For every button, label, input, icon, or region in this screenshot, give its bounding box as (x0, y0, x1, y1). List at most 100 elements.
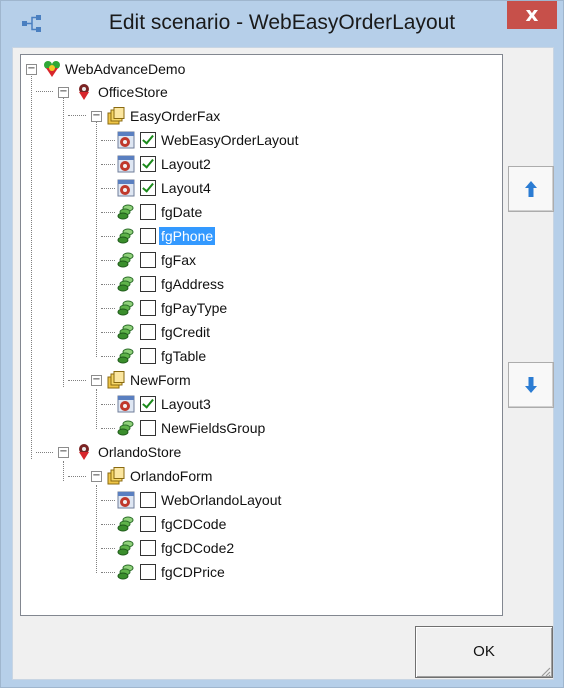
field-group-icon (117, 275, 135, 293)
scenario-tree[interactable]: − WebAdvanceDemo − OfficeStore − EasyOrd… (20, 54, 503, 616)
tree-node-form[interactable]: NewForm (128, 371, 193, 389)
item-checkbox[interactable] (140, 276, 156, 292)
tree-node-form[interactable]: EasyOrderFax (128, 107, 222, 125)
tree-node-store[interactable]: OfficeStore (96, 83, 170, 101)
tree-line (36, 91, 53, 92)
tree-node-item[interactable]: fgCDCode (159, 515, 228, 533)
form-icon (107, 467, 125, 485)
collapse-toggle-icon[interactable]: − (91, 471, 102, 482)
item-checkbox[interactable] (140, 132, 156, 148)
dialog-client-area: − WebAdvanceDemo − OfficeStore − EasyOrd… (12, 47, 554, 680)
item-checkbox[interactable] (140, 516, 156, 532)
collapse-toggle-icon[interactable]: − (58, 447, 69, 458)
form-icon (107, 107, 125, 125)
tree-node-item[interactable]: Layout2 (159, 155, 213, 173)
tree-node-item[interactable]: Layout3 (159, 395, 213, 413)
title-bar: Edit scenario - WebEasyOrderLayout x (1, 1, 563, 47)
item-checkbox[interactable] (140, 540, 156, 556)
arrow-up-icon (525, 181, 537, 197)
collapse-toggle-icon[interactable]: − (91, 375, 102, 386)
tree-line (68, 476, 86, 477)
collapse-toggle-icon[interactable]: − (58, 87, 69, 98)
tree-line (68, 380, 86, 381)
tree-node-store[interactable]: OrlandoStore (96, 443, 183, 461)
tree-line (101, 500, 115, 501)
tree-line (101, 188, 115, 189)
item-checkbox[interactable] (140, 324, 156, 340)
tree-node-item[interactable]: Layout4 (159, 179, 213, 197)
tree-line (101, 212, 115, 213)
field-group-icon (117, 515, 135, 533)
tree-node-root[interactable]: WebAdvanceDemo (63, 60, 187, 78)
field-group-icon (117, 419, 135, 437)
tree-node-item[interactable]: fgCDCode2 (159, 539, 236, 557)
store-icon (79, 84, 89, 100)
item-checkbox[interactable] (140, 396, 156, 412)
field-group-icon (117, 227, 135, 245)
tree-line (101, 164, 115, 165)
item-checkbox[interactable] (140, 420, 156, 436)
tree-line (96, 485, 97, 573)
tree-node-form[interactable]: OrlandoForm (128, 467, 214, 485)
item-checkbox[interactable] (140, 492, 156, 508)
tree-node-item[interactable]: fgCDPrice (159, 563, 227, 581)
arrow-down-icon (525, 377, 537, 393)
tree-node-item[interactable]: fgFax (159, 251, 198, 269)
field-group-icon (117, 347, 135, 365)
resize-grip-icon[interactable] (539, 665, 551, 677)
tree-node-item[interactable]: fgTable (159, 347, 208, 365)
layout-icon (117, 179, 135, 197)
ok-button[interactable]: OK (415, 626, 553, 678)
item-checkbox[interactable] (140, 348, 156, 364)
tree-node-item[interactable]: WebEasyOrderLayout (159, 131, 300, 149)
item-checkbox[interactable] (140, 252, 156, 268)
tree-line (96, 389, 97, 429)
tree-line (101, 524, 115, 525)
tree-node-item[interactable]: fgCredit (159, 323, 212, 341)
project-root-icon (44, 61, 60, 77)
item-checkbox[interactable] (140, 564, 156, 580)
tree-line (31, 69, 32, 459)
tree-line (101, 356, 115, 357)
tree-node-item[interactable]: fgPhone (159, 227, 216, 245)
layout-icon (117, 491, 135, 509)
collapse-toggle-icon[interactable]: − (26, 64, 37, 75)
tree-line (101, 548, 115, 549)
scenario-app-icon (22, 15, 41, 32)
tree-node-item[interactable]: NewFieldsGroup (159, 419, 267, 437)
store-icon (79, 444, 89, 460)
tree-line (96, 117, 97, 357)
item-checkbox[interactable] (140, 228, 156, 244)
field-group-icon (117, 323, 135, 341)
tree-node-item[interactable]: fgAddress (159, 275, 226, 293)
tree-line (101, 404, 115, 405)
item-checkbox[interactable] (140, 204, 156, 220)
tree-line (36, 452, 53, 453)
tree-node-item[interactable]: fgPayType (159, 299, 229, 317)
tree-node-item[interactable]: WebOrlandoLayout (159, 491, 283, 509)
form-icon (107, 371, 125, 389)
tree-line (101, 284, 115, 285)
field-group-icon (117, 299, 135, 317)
edit-scenario-dialog: Edit scenario - WebEasyOrderLayout x − W… (0, 0, 564, 688)
collapse-toggle-icon[interactable]: − (91, 111, 102, 122)
move-down-button[interactable] (508, 362, 554, 408)
tree-line (101, 260, 115, 261)
layout-icon (117, 155, 135, 173)
field-group-icon (117, 203, 135, 221)
item-checkbox[interactable] (140, 180, 156, 196)
close-button[interactable]: x (507, 1, 557, 29)
item-checkbox[interactable] (140, 156, 156, 172)
tree-line (101, 308, 115, 309)
tree-line (101, 572, 115, 573)
tree-node-item[interactable]: fgDate (159, 203, 204, 221)
move-up-button[interactable] (508, 166, 554, 212)
field-group-icon (117, 251, 135, 269)
tree-line (101, 428, 115, 429)
tree-line (68, 115, 86, 116)
tree-line (101, 332, 115, 333)
tree-line (63, 93, 64, 387)
tree-line (101, 140, 115, 141)
item-checkbox[interactable] (140, 300, 156, 316)
tree-line (101, 236, 115, 237)
